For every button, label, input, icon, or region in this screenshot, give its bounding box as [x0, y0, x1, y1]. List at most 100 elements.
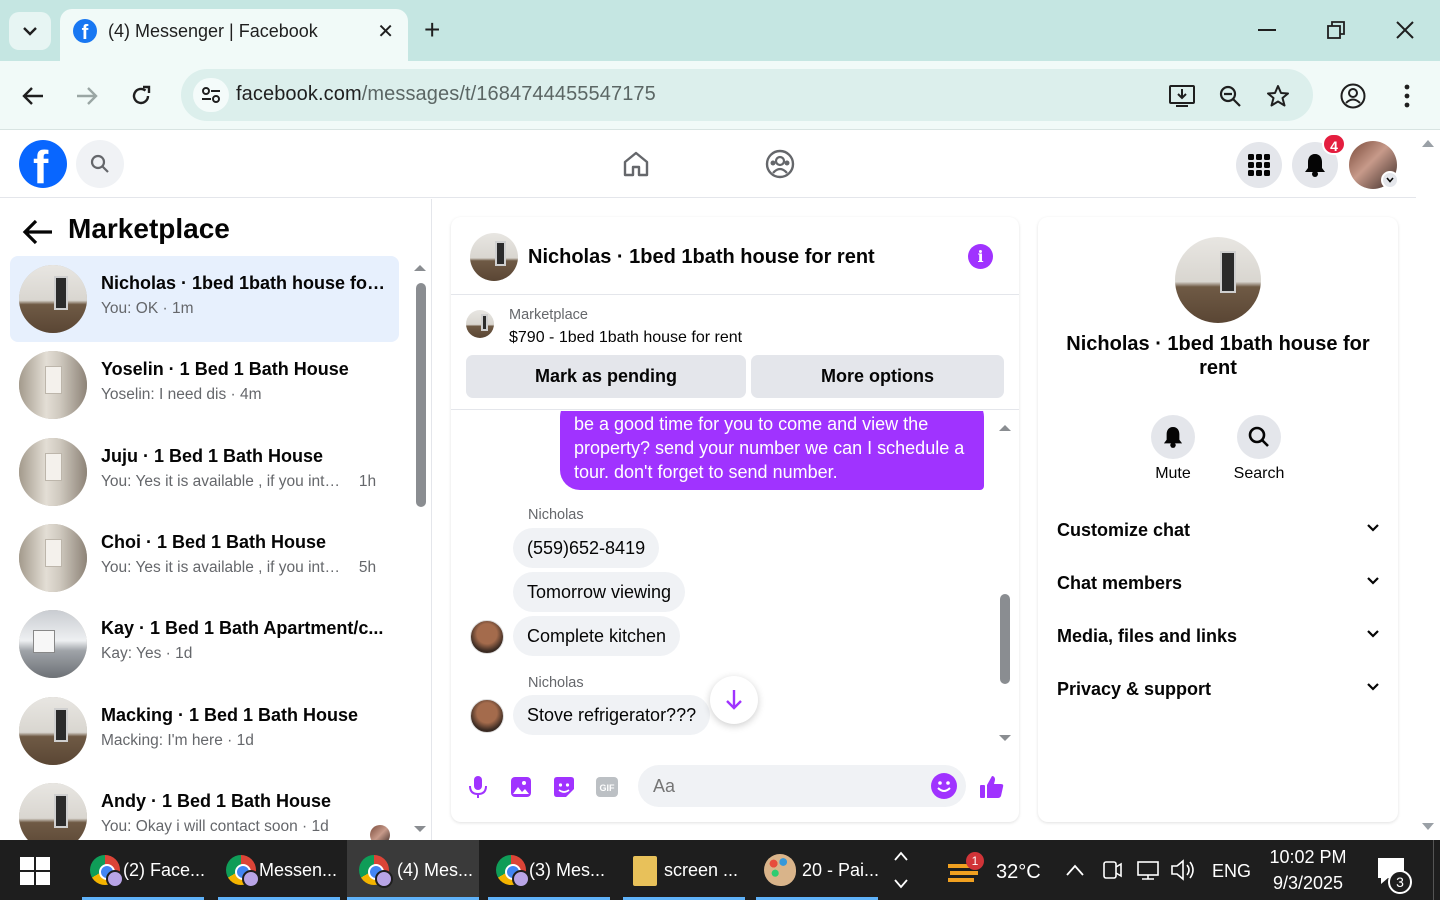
volume-icon[interactable] [1170, 840, 1196, 900]
tab-search-button[interactable] [9, 12, 51, 50]
thumbs-up-icon[interactable] [978, 773, 1006, 801]
clock[interactable]: 10:02 PM 9/3/2025 [1262, 840, 1354, 900]
chat-members-section[interactable]: Chat members [1057, 573, 1379, 603]
conversation-item[interactable]: Kay · 1 Bed 1 Bath Apartment/c... Kay: Y… [10, 601, 399, 687]
facebook-logo[interactable]: f [19, 140, 67, 188]
address-bar[interactable]: facebook.com/messages/t/1684744455547175 [181, 69, 1313, 121]
groups-icon [765, 149, 795, 179]
weather-widget[interactable]: 1 [946, 840, 986, 900]
sender-avatar[interactable] [470, 699, 504, 733]
reload-icon [132, 85, 151, 105]
taskbar-scroll-arrows[interactable] [893, 840, 909, 900]
privacy-support-section[interactable]: Privacy & support [1057, 679, 1379, 709]
info-icon[interactable]: i [968, 244, 993, 269]
new-tab-button[interactable]: + [424, 14, 440, 46]
minimize-button[interactable] [1247, 14, 1287, 46]
conversation-name: Andy · 1 Bed 1 Bath House [101, 791, 332, 811]
home-nav[interactable] [618, 146, 654, 182]
message-input[interactable] [638, 765, 966, 807]
close-window-button[interactable] [1385, 14, 1425, 46]
clock-date: 9/3/2025 [1272, 873, 1344, 893]
page-scrollbar[interactable] [1416, 130, 1440, 840]
taskbar-item-chrome[interactable]: (2) Face... [82, 840, 205, 900]
scroll-to-bottom-button[interactable] [710, 676, 758, 724]
chat-title[interactable]: Nicholas · 1bed 1bath house for rent [528, 246, 875, 269]
meet-now-icon[interactable] [1102, 840, 1122, 900]
search-in-chat-button[interactable]: Search [1229, 415, 1289, 483]
forward-button[interactable] [70, 79, 104, 113]
conversation-item[interactable]: Andy · 1 Bed 1 Bath House You: Okay i wi… [10, 774, 399, 840]
media-files-links-section[interactable]: Media, files and links [1057, 626, 1379, 656]
gif-icon[interactable]: GIF [593, 773, 621, 801]
bookmark-star-icon[interactable] [1264, 82, 1292, 110]
emoji-icon[interactable] [931, 773, 957, 799]
taskbar-item-chrome[interactable]: (3) Mes... [488, 840, 610, 900]
site-info-button[interactable] [193, 78, 229, 112]
back-button[interactable] [16, 79, 50, 113]
back-arrow-icon[interactable] [22, 218, 54, 246]
temperature[interactable]: 32°C [996, 861, 1041, 884]
menu-button[interactable] [1236, 142, 1282, 188]
sender-name: Nicholas [528, 507, 584, 523]
photo-icon[interactable] [507, 773, 535, 801]
input-language[interactable]: ENG [1212, 861, 1251, 882]
restore-button[interactable] [1316, 14, 1356, 46]
more-options-button[interactable]: More options [751, 355, 1004, 398]
conversation-item[interactable]: Nicholas · 1bed 1bath house for rent You… [10, 256, 399, 342]
conversation-preview: You: Okay i will contact soon · 1d [101, 818, 329, 835]
show-hidden-icons-icon[interactable] [1064, 840, 1086, 900]
marketplace-listing-card: Marketplace $790 - 1bed 1bath house for … [451, 296, 1019, 410]
taskbar-item-label: screen ... [664, 860, 739, 880]
conversation-name: Nicholas · 1bed 1bath house for rent [101, 273, 386, 293]
mute-button[interactable]: Mute [1143, 415, 1203, 483]
browser-menu-button[interactable] [1390, 79, 1424, 113]
svg-text:GIF: GIF [600, 783, 616, 793]
chat-details-panel: Nicholas · 1bed 1bath house for rent Mut… [1038, 217, 1398, 822]
grid-menu-icon [1248, 154, 1270, 176]
chevron-down-icon [1367, 524, 1379, 532]
taskbar-item-chrome[interactable]: Messen... [218, 840, 340, 900]
bell-icon [1151, 415, 1195, 459]
conversation-item[interactable]: Yoselin · 1 Bed 1 Bath House Yoselin: I … [10, 342, 399, 428]
conversation-item[interactable]: Macking · 1 Bed 1 Bath House Macking: I'… [10, 688, 399, 774]
network-icon[interactable] [1136, 840, 1162, 900]
sender-avatar[interactable] [470, 620, 504, 654]
section-label: Privacy & support [1057, 679, 1212, 699]
taskbar-item-explorer[interactable]: screen ... [623, 840, 745, 900]
sticker-icon[interactable] [550, 773, 578, 801]
thread-scroll-thumb[interactable] [1000, 594, 1010, 684]
conversation-list-scroll-thumb[interactable] [416, 283, 426, 507]
facebook-search-button[interactable] [76, 140, 124, 188]
chevron-down-icon [1367, 630, 1379, 638]
close-icon [1396, 21, 1414, 39]
customize-chat-section[interactable]: Customize chat [1057, 520, 1379, 550]
show-desktop-button[interactable] [1433, 840, 1440, 900]
microphone-icon[interactable] [464, 773, 492, 801]
windows-start-icon[interactable] [20, 857, 50, 885]
sender-name: Nicholas [528, 675, 584, 691]
install-app-icon[interactable] [1168, 82, 1196, 110]
profile-button[interactable] [1336, 79, 1370, 113]
conversation-name: Kay · 1 Bed 1 Bath Apartment/c... [101, 618, 384, 638]
listing-thumbnail [19, 351, 87, 419]
chat-listing-thumbnail[interactable] [470, 233, 518, 281]
conversation-item[interactable]: Juju · 1 Bed 1 Bath House You: Yes it is… [10, 429, 399, 515]
restore-icon [1327, 21, 1345, 39]
notification-center[interactable]: 3 [1376, 840, 1416, 900]
browser-tab-active[interactable]: f (4) Messenger | Facebook ✕ [60, 9, 408, 61]
arrow-left-icon [22, 87, 43, 105]
zoom-icon[interactable] [1216, 82, 1244, 110]
mark-as-pending-button[interactable]: Mark as pending [466, 355, 746, 398]
groups-nav[interactable] [762, 146, 798, 182]
url-host: facebook.com [236, 83, 362, 105]
thread-scrollbar[interactable] [996, 417, 1014, 747]
conversation-preview: Yoselin: I need dis · 4m [101, 386, 262, 403]
close-tab-icon[interactable]: ✕ [377, 19, 394, 44]
weather-badge: 1 [966, 852, 984, 870]
taskbar-item-paint[interactable]: 20 - Pai... [756, 840, 879, 900]
listing-price-title[interactable]: $790 - 1bed 1bath house for rent [509, 329, 742, 347]
account-caret-icon[interactable] [1381, 171, 1399, 189]
taskbar-item-chrome-active[interactable]: (4) Mes... [347, 840, 479, 900]
reload-button[interactable] [124, 79, 158, 113]
conversation-item[interactable]: Choi · 1 Bed 1 Bath House You: Yes it is… [10, 515, 399, 601]
